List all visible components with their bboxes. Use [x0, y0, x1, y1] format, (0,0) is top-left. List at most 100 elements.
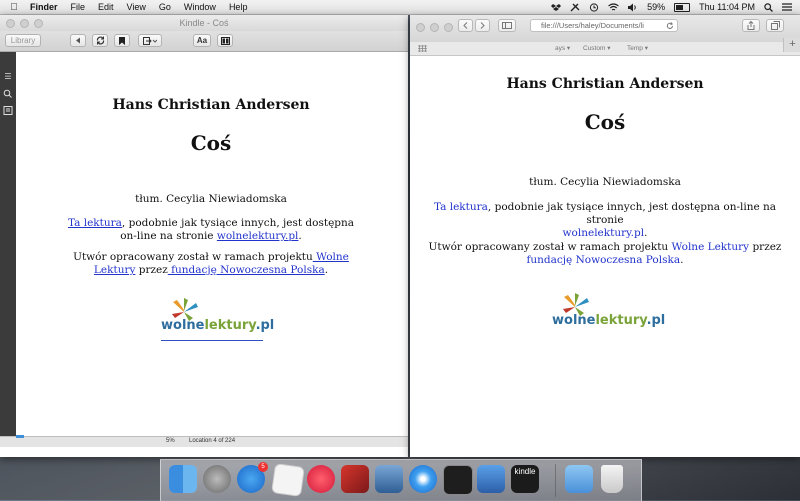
notification-center-icon[interactable]	[782, 3, 792, 11]
bookmark-button[interactable]	[114, 34, 130, 47]
tabs-icon	[770, 21, 780, 30]
minimize-button[interactable]	[20, 19, 29, 28]
preview-icon[interactable]	[375, 465, 403, 493]
back-button[interactable]	[458, 19, 473, 32]
safari-fundacja-link[interactable]: fundację Nowoczesna Polska	[527, 254, 681, 266]
kindle-app-label: kindle	[514, 467, 536, 476]
dropbox-icon[interactable]	[551, 3, 562, 12]
close-button[interactable]	[6, 19, 15, 28]
sidebar-icon	[502, 22, 512, 29]
safari-paragraph-2: Utwór opracowany został w ramach projekt…	[415, 241, 795, 267]
safari-window: file:///Users/haley/Documents/li ays ▾ C…	[410, 15, 800, 457]
toc-icon[interactable]: ☰	[3, 72, 13, 81]
wolnelektury-link[interactable]: wolnelektury.pl	[217, 230, 299, 242]
logo-underline	[161, 340, 263, 341]
trash-icon[interactable]	[601, 465, 623, 493]
apple-menu-icon[interactable]: 	[6, 2, 22, 13]
safari-close-button[interactable]	[416, 23, 425, 32]
safari-logo-text: wolnelektury.pl	[552, 313, 666, 328]
wolne-lektury-link[interactable]: Wolne	[313, 251, 349, 263]
safari-p2-end: .	[680, 254, 684, 266]
launchpad-icon[interactable]	[203, 465, 231, 493]
itunes-icon[interactable]	[307, 465, 335, 493]
fundacja-link[interactable]: fundację Nowoczesna Polska	[168, 264, 325, 276]
menu-window[interactable]: Window	[184, 2, 216, 12]
textedit-icon[interactable]	[271, 463, 305, 497]
book-title: Coś	[190, 131, 232, 155]
terminal-icon[interactable]	[443, 465, 473, 495]
finder-icon[interactable]	[169, 465, 197, 493]
kindle-p2-mid: przez	[135, 264, 168, 276]
safari-icon[interactable]	[409, 465, 437, 493]
view-mode-button[interactable]	[217, 34, 233, 47]
bookmark-folder-custom[interactable]: Custom ▾	[583, 44, 610, 52]
safari-ta-lektura-link[interactable]: Ta lektura	[434, 201, 488, 213]
safari-p1-text: , podobnie jak tysiące innych, jest dost…	[487, 201, 777, 226]
kindle-app-icon[interactable]: kindle	[511, 465, 539, 493]
library-button[interactable]: Library	[5, 34, 41, 47]
wifi-icon[interactable]	[608, 2, 619, 12]
forward-button[interactable]	[475, 19, 490, 32]
kindle-p2-text: Utwór opracowany został w ramach projekt…	[73, 251, 313, 263]
safari-minimize-button[interactable]	[430, 23, 439, 32]
goto-icon	[143, 36, 157, 45]
timemachine-icon[interactable]	[589, 2, 599, 12]
back-button[interactable]	[70, 34, 86, 47]
font-settings-button[interactable]: Aa	[193, 34, 211, 47]
safari-wolne-lektury-link[interactable]: Wolne Lektury	[672, 241, 750, 253]
tools-icon[interactable]	[570, 3, 580, 12]
safari-zoom-button[interactable]	[444, 23, 453, 32]
reload-icon[interactable]	[666, 22, 674, 30]
wolne-lektury-link-cont[interactable]: Lektury	[94, 264, 135, 276]
zoom-button[interactable]	[34, 19, 43, 28]
progress-percent: 5%	[166, 438, 175, 444]
share-button[interactable]	[742, 19, 760, 32]
kindle-p2-end: .	[324, 264, 329, 276]
safari-toolbar: file:///Users/haley/Documents/li	[410, 15, 800, 42]
address-bar[interactable]: file:///Users/haley/Documents/li	[530, 19, 678, 32]
safari-logo[interactable]: wolnelektury.pl	[552, 293, 666, 339]
kindle-paragraph-1: Ta lektura, podobnie jak tysiące innych,…	[66, 217, 356, 243]
bookmark-folder-1[interactable]: ays ▾	[555, 44, 570, 52]
volume-icon[interactable]	[628, 3, 638, 12]
menu-help[interactable]: Help	[229, 2, 248, 12]
clock[interactable]: Thu 11:04 PM	[699, 2, 755, 12]
sync-button[interactable]	[92, 34, 108, 47]
safari-p2-text: Utwór opracowany został w ramach projekt…	[428, 241, 672, 253]
kindle-toolbar: Library Aa	[0, 31, 408, 52]
sidebar-button[interactable]	[498, 19, 516, 32]
ta-lektura-link[interactable]: Ta lektura	[68, 217, 122, 229]
search-icon[interactable]	[3, 89, 13, 98]
kindle-logo[interactable]: wolnelektury.pl	[161, 298, 274, 348]
safari-paragraph-1: Ta lektura, podobnie jak tysiące innych,…	[415, 201, 795, 240]
tabs-button[interactable]	[766, 19, 784, 32]
grid-icon[interactable]	[418, 45, 427, 52]
goto-button[interactable]	[138, 34, 162, 47]
menu-file[interactable]: File	[71, 2, 86, 12]
kindle-titlebar[interactable]: Kindle - Coś	[0, 15, 408, 31]
chevron-left-icon	[463, 22, 468, 29]
menu-go[interactable]: Go	[159, 2, 171, 12]
xcode-icon[interactable]	[477, 465, 505, 493]
bookmark-folder-temp[interactable]: Temp ▾	[627, 44, 648, 52]
bookmark-icon	[119, 36, 125, 45]
translator-line: tłum. Cecylia Niewiadomska	[135, 193, 287, 205]
kindle-p1-text: , podobnie jak tysiące innych, jest dost…	[121, 217, 355, 229]
menu-app-name[interactable]: Finder	[30, 2, 58, 12]
menu-view[interactable]: View	[127, 2, 146, 12]
notes-icon[interactable]	[3, 106, 13, 115]
sync-icon	[96, 36, 104, 45]
new-tab-button[interactable]: +	[783, 38, 800, 52]
share-icon	[747, 21, 755, 30]
menu-edit[interactable]: Edit	[98, 2, 114, 12]
spotlight-search-icon[interactable]	[764, 2, 773, 12]
safari-p1-end: .	[644, 227, 648, 239]
parallels-icon[interactable]	[341, 465, 369, 493]
battery-percent[interactable]: 59%	[647, 2, 665, 12]
two-column-icon	[220, 36, 230, 45]
window-controls	[6, 19, 43, 28]
downloads-folder-icon[interactable]	[565, 465, 593, 493]
battery-icon[interactable]	[674, 2, 691, 12]
safari-translator-line: tłum. Cecylia Niewiadomska	[529, 176, 681, 188]
safari-wolnelektury-link[interactable]: wolnelektury.pl	[563, 227, 645, 239]
